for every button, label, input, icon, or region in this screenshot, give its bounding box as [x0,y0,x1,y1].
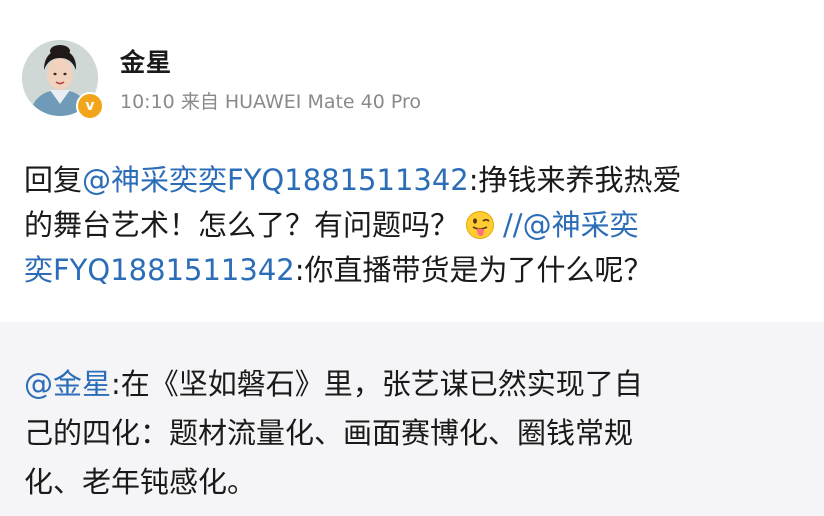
repost-separator: // [503,208,523,242]
mention-link[interactable]: 奕FYQ1881511342 [24,253,295,287]
tongue-out-emoji-icon [466,211,495,239]
reply-content: @金星:在《坚如磐石》里，张艺谋已然实现了自 己的四化：题材流量化、画面赛博化、… [24,360,804,507]
reply-line-1: @金星:在《坚如磐石》里，张艺谋已然实现了自 [24,360,804,409]
mention-link[interactable]: @神采奕奕FYQ1881511342 [82,163,469,197]
username[interactable]: 金星 [120,43,172,79]
content-line-3: 奕FYQ1881511342:你直播带货是为了什么呢？ [24,248,804,293]
content-line-2: 的舞台艺术！怎么了？有问题吗？ //@神采奕 [24,203,804,248]
reply-text: :在《坚如磐石》里，张艺谋已然实现了自 [111,367,643,401]
content-text: 的舞台艺术！怎么了？有问题吗？ [24,208,460,242]
verified-badge-icon: v [76,92,104,120]
post-content: 回复@神采奕奕FYQ1881511342:挣钱来养我热爱 的舞台艺术！怎么了？有… [24,158,804,293]
post-source: 来自 HUAWEI Mate 40 Pro [180,91,422,113]
mention-link[interactable]: @神采奕 [523,208,639,242]
reply-prefix: 回复 [24,163,83,197]
post-meta: 10:10 来自 HUAWEI Mate 40 Pro [120,87,421,114]
quoted-reply[interactable]: @金星:在《坚如磐石》里，张艺谋已然实现了自 己的四化：题材流量化、画面赛博化、… [0,322,824,516]
content-text: :你直播带货是为了什么呢？ [294,253,653,287]
content-text: :挣钱来养我热爱 [468,163,682,197]
reply-line-2: 己的四化：题材流量化、画面赛博化、圈钱常规 [24,416,634,450]
weibo-post: v 金星 10:10 来自 HUAWEI Mate 40 Pro 回复@神采奕奕… [0,0,824,322]
content-line-1: 回复@神采奕奕FYQ1881511342:挣钱来养我热爱 [24,158,804,203]
reply-mention-link[interactable]: @金星 [24,367,111,401]
post-header: v 金星 10:10 来自 HUAWEI Mate 40 Pro [22,40,782,120]
avatar-container[interactable]: v [22,40,104,120]
post-time: 10:10 [120,91,175,113]
reply-line-3: 化、老年钝感化。 [24,465,257,499]
